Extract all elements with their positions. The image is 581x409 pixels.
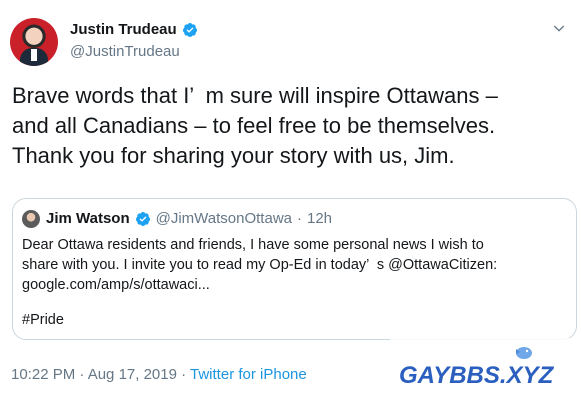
author-name-row: Justin Trudeau xyxy=(70,21,198,38)
tweet-source-link[interactable]: Twitter for iPhone xyxy=(190,366,307,383)
quoted-text-line: google.com/amp/s/ottawaci... xyxy=(22,277,210,293)
author-name[interactable]: Justin Trudeau xyxy=(70,21,177,38)
quoted-tweet[interactable]: Jim Watson @JimWatsonOttawa · 12h Dear O… xyxy=(12,198,577,340)
quoted-author-name: Jim Watson xyxy=(46,210,130,227)
watermark: GAYBBS.XYZ xyxy=(390,338,581,402)
tweet-footer: 10:22 PM · Aug 17, 2019 · Twitter for iP… xyxy=(11,366,307,383)
quoted-text-line: share with you. I invite you to read my … xyxy=(22,257,498,273)
quoted-text-line: Dear Ottawa residents and friends, I hav… xyxy=(22,237,484,253)
tweet-timestamp[interactable]: 10:22 PM · Aug 17, 2019 · xyxy=(11,366,190,383)
quoted-separator: · xyxy=(297,210,302,227)
tweet-card: Justin Trudeau @JustinTrudeau Brave word… xyxy=(0,0,581,409)
tweet-text: Brave words that I’ m sure will inspire … xyxy=(12,81,574,171)
verified-badge-icon xyxy=(182,22,197,37)
tweet-text-line: and all Canadians – to feel free to be t… xyxy=(12,113,496,138)
author-avatar[interactable] xyxy=(10,18,58,66)
tweet-text-line: Brave words that I’ m sure will inspire … xyxy=(12,83,498,108)
quoted-text: Dear Ottawa residents and friends, I hav… xyxy=(22,235,567,295)
author-handle[interactable]: @JustinTrudeau xyxy=(70,43,180,60)
watermark-text: GAYBBS.XYZ xyxy=(399,362,554,389)
tweet-text-line: Thank you for sharing your story with us… xyxy=(12,143,455,168)
quoted-author-handle: @JimWatsonOttawa xyxy=(155,210,292,227)
quoted-author-avatar xyxy=(22,210,40,228)
tweet-header: Justin Trudeau @JustinTrudeau xyxy=(8,10,573,70)
quoted-time: 12h xyxy=(307,210,333,227)
bird-icon xyxy=(516,347,532,359)
quoted-hashtag: #Pride xyxy=(22,312,64,328)
quoted-tweet-header: Jim Watson @JimWatsonOttawa · 12h xyxy=(46,210,332,227)
chevron-down-icon[interactable] xyxy=(551,20,567,36)
verified-badge-icon xyxy=(135,211,150,226)
avatar-shirt xyxy=(31,49,37,61)
